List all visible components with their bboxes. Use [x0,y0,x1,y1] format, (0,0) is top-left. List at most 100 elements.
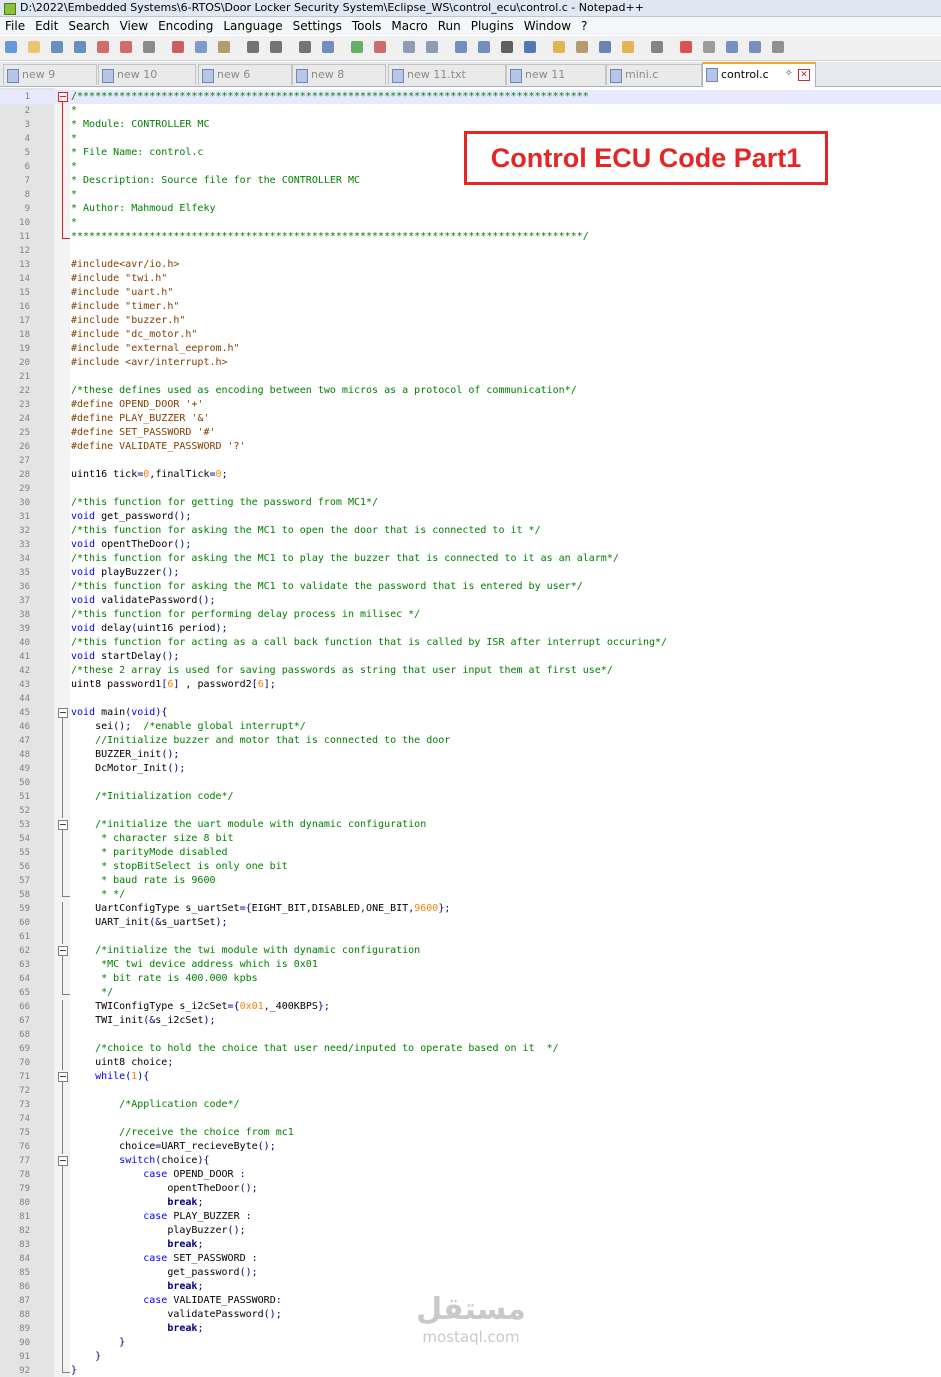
line-number: 49 [19,764,30,774]
line-number: 47 [19,736,30,746]
print-icon[interactable] [141,39,158,56]
monitoring-icon[interactable] [649,39,666,56]
menu-item-macro[interactable]: Macro [386,17,432,35]
line-number: 31 [19,512,30,522]
undo-icon[interactable] [245,39,262,56]
sync-horizontal-icon[interactable] [424,39,441,56]
close-tab-icon[interactable]: ✕ [798,69,810,81]
code-text: * baud rate is 9600 [71,875,216,886]
fold-toggle-icon[interactable] [58,92,68,102]
save-all-icon[interactable] [72,39,89,56]
menu-item-run[interactable]: Run [433,17,466,35]
tab-new-9[interactable]: new 9 [3,64,97,85]
tab-control-c[interactable]: control.c ✧ ✕ [702,62,816,87]
menu-item-plugins[interactable]: Plugins [466,17,519,35]
code-text: * [71,161,78,172]
show-all-characters-icon[interactable] [476,39,493,56]
file-icon [102,69,114,83]
menu-item-encoding[interactable]: Encoding [153,17,218,35]
function-list-icon[interactable] [597,39,614,56]
user-defined-language-icon[interactable] [551,39,568,56]
macro-record-icon[interactable] [678,39,695,56]
tab-new-11[interactable]: new 11 [506,64,606,85]
code-text: /*this function for acting as a call bac… [71,637,668,648]
line-number: 30 [19,498,30,508]
code-line: 79 opentTheDoor(); [0,1182,941,1196]
menu-item-help[interactable]: ? [576,17,592,35]
menu-item-tools[interactable]: Tools [347,17,387,35]
zoom-out-icon[interactable] [372,39,389,56]
document-map-icon[interactable] [574,39,591,56]
line-number: 89 [19,1324,30,1334]
fold-toggle-icon[interactable] [58,1072,68,1082]
code-text: DcMotor_Init(); [71,763,186,774]
code-line: 42 /*these 2 array is used for saving pas… [0,664,941,678]
zoom-in-icon[interactable] [349,39,366,56]
menu-item-view[interactable]: View [115,17,153,35]
code-line: 40 /*this function for acting as a call b… [0,636,941,650]
macro-run-multiple-icon[interactable] [747,39,764,56]
indent-guide-icon[interactable] [522,39,539,56]
code-text: break; [167,1197,204,1208]
line-number: 56 [19,862,30,872]
macro-save-icon[interactable] [770,39,787,56]
tab-new-6[interactable]: new 6 [198,64,292,85]
folder-as-workspace-icon[interactable] [620,39,637,56]
new-file-icon[interactable] [3,39,20,56]
menu-item-settings[interactable]: Settings [288,17,347,35]
code-line: 73 /*Application code*/ [0,1098,941,1112]
tab-mini-c[interactable]: mini.c [606,64,702,85]
code-line: 48 BUZZER_init(); [0,748,941,762]
code-text: void validatePassword(); [71,595,216,606]
code-line: 74 [0,1112,941,1126]
code-editor[interactable]: 1 /**************************************… [0,88,941,1377]
sync-vertical-icon[interactable] [401,39,418,56]
tab-new-8[interactable]: new 8 [292,64,386,85]
replace-icon[interactable] [320,39,337,56]
code-text: playBuzzer(); [71,1225,246,1236]
code-line: 56 * stopBitSelect is only one bit [0,860,941,874]
line-number: 53 [19,820,30,830]
close-icon[interactable] [95,39,112,56]
code-line: 78 case OPEND_DOOR : [0,1168,941,1182]
line-number: 46 [19,722,30,732]
menu-item-window[interactable]: Window [519,17,576,35]
tab-new-11-txt[interactable]: new 11.txt [388,64,506,85]
open-file-icon[interactable] [26,39,43,56]
code-text: break; [167,1281,204,1292]
line-number: 54 [19,834,30,844]
fold-toggle-icon[interactable] [58,946,68,956]
tab-label: mini.c [625,68,659,81]
window-titlebar: D:\2022\Embedded Systems\6-RTOS\Door Loc… [0,0,941,17]
code-text: void startDelay(); [71,651,180,662]
dropdown-arrow-icon[interactable] [499,39,516,56]
code-line: 16 #include "timer.h" [0,300,941,314]
tab-new-10[interactable]: new 10 [98,64,196,85]
fold-toggle-icon[interactable] [58,708,68,718]
redo-icon[interactable] [268,39,285,56]
paste-icon[interactable] [216,39,233,56]
code-text: /*this function for getting the password… [71,497,379,508]
code-text: #include "external_eeprom.h" [71,343,240,354]
menu-item-file[interactable]: File [0,17,30,35]
menu-item-edit[interactable]: Edit [30,17,63,35]
word-wrap-icon[interactable] [453,39,470,56]
save-icon[interactable] [49,39,66,56]
code-text: /*Initialization code*/ [95,791,234,802]
code-text: case OPEND_DOOR : [143,1169,246,1180]
line-number: 59 [19,904,30,914]
close-all-icon[interactable] [118,39,135,56]
cut-icon[interactable] [170,39,187,56]
find-icon[interactable] [297,39,314,56]
macro-playback-icon[interactable] [724,39,741,56]
copy-icon[interactable] [193,39,210,56]
line-number: 63 [19,960,30,970]
macro-stop-icon[interactable] [701,39,718,56]
line-number: 77 [19,1156,30,1166]
fold-toggle-icon[interactable] [58,1156,68,1166]
menu-item-search[interactable]: Search [63,17,114,35]
pin-icon[interactable]: ✧ [785,68,793,80]
menu-item-language[interactable]: Language [218,17,287,35]
line-number: 69 [19,1044,30,1054]
fold-toggle-icon[interactable] [58,820,68,830]
